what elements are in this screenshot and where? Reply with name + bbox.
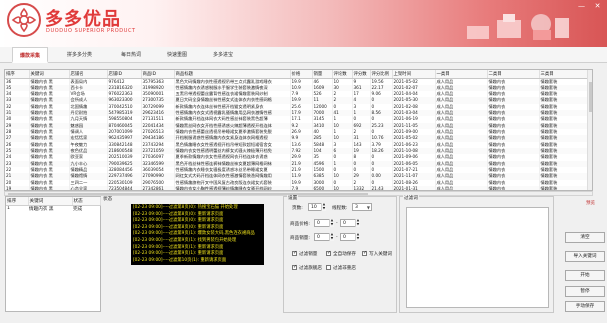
vertical-scrollbar[interactable] (587, 70, 592, 190)
pages-label: 页数: (292, 206, 303, 211)
column-header[interactable]: 价格 (290, 70, 313, 79)
status-label: 状态 (103, 197, 113, 202)
column-header[interactable]: 评论数 (332, 70, 353, 79)
filter-flagship-checkbox[interactable]: 过滤旗舰店 (292, 264, 322, 271)
header-illustration (467, 14, 569, 40)
sales-max-spinner-icon[interactable]: ▲ ▼ (355, 232, 360, 241)
status-log: [02-23 09:00]----过滤第8页(0): 热搜宝石猫 开始处理 [02… (131, 204, 264, 265)
column-header[interactable]: 销量 (312, 70, 333, 79)
pages-spinner-icon[interactable]: ▲ ▼ (321, 202, 326, 211)
keyword-table[interactable]: 排序 关键词 状态 1 情趣内衣 黑 完成 (5, 196, 101, 312)
table-cell: 情趣内衣 黑 (29, 206, 54, 212)
checkbox-icon (326, 265, 331, 270)
table-header-row: 排序 关键词 店铺名 店铺ID 商品ID 商品标题 价格 销量 评论数 评分数 评分比例 上架时间 一类… (5, 70, 591, 79)
tab-duoduo-jinbao[interactable]: 多多进宝 (206, 47, 240, 63)
checkbox-icon (292, 264, 297, 270)
tab-bar: 爆款采集 拼多多分类 每日热词 快速重图 多多进宝 (0, 47, 607, 63)
column-header[interactable]: 三类目 (539, 70, 591, 79)
price-label: 商品价格: (290, 222, 310, 227)
keyword-table-header: 排序 关键词 状态 (6, 197, 101, 206)
column-header[interactable]: 状态 (72, 197, 101, 206)
log-line: [02-23 09:00]----过滤第9页(1): 爆款女装大码,黑色连衣裙商… (133, 231, 255, 237)
product-table[interactable]: 排序 关键词 店铺名 店铺ID 商品ID 商品标题 价格 销量 评论数 评分数 评分比例 上架时间 一类… (4, 69, 593, 191)
log-line: [02-23 09:00]----过滤第9页(1): 找到男装包开始处理 (133, 237, 237, 243)
pause-button[interactable]: 暂停 (565, 286, 605, 297)
tab-daily-hotwords[interactable]: 每日热词 (114, 47, 148, 63)
filter-sales-checkbox[interactable]: 过滤销量 (292, 250, 317, 257)
start-button[interactable]: 开始 (565, 270, 605, 281)
threads-label: 线程数: (332, 206, 348, 211)
settings-group: 设置 页数: 10 ▲ ▼ 线程数: 3 ▼ 商品价格: 0 ▲ ▼ - 0 ▲ ▼ … (283, 195, 397, 313)
checkbox-icon (362, 250, 367, 256)
auto-save-checkbox[interactable]: 全自动保存 (326, 250, 356, 257)
price-min-spinner-icon[interactable]: ▲ ▼ (329, 218, 334, 227)
brand-logo-icon (7, 3, 41, 37)
filter-words-group: 过滤词 (399, 195, 554, 313)
log-line: [02-23 09:00]----过滤第9页(1): 重新请求页面 (133, 251, 224, 257)
price-max-spinner-icon[interactable]: ▲ ▼ (355, 218, 360, 227)
log-line: [02-23 09:00]----过滤第10页(1): 重新请求页面 (133, 257, 227, 263)
table-cell: 1 (7, 206, 10, 212)
brand-subtitle: DUODUO SUPERIOR PRODUCT (46, 28, 136, 34)
chevron-down-icon: ▼ (366, 205, 370, 210)
column-header[interactable]: 二类目 (487, 70, 540, 79)
status-section: 状态 [02-23 09:00]----过滤第8页(0): 热搜宝石猫 开始处理… (103, 196, 280, 313)
keyword-row[interactable]: 1 情趣内衣 黑 完成 (6, 205, 100, 212)
threads-select[interactable]: 3 ▼ (352, 203, 372, 211)
write-keyword-checkbox[interactable]: 写入关键词 (362, 250, 392, 257)
threads-value: 3 (355, 205, 358, 210)
log-line: [02-23 09:00]----过滤第8页(0): 重新请求页面 (133, 218, 224, 224)
tab-pdd-category[interactable]: 拼多多分类 (60, 47, 99, 63)
column-header[interactable]: 一类目 (435, 70, 488, 79)
column-header[interactable]: 评分比例 (370, 70, 393, 79)
manual-save-button[interactable]: 手动保存 (565, 301, 605, 312)
minimize-button[interactable]: — (577, 2, 586, 10)
column-header[interactable]: 关键词 (28, 197, 73, 206)
column-header[interactable]: 商品ID (141, 70, 175, 79)
sales-label: 商品销量: (290, 236, 310, 241)
tab-hot-collect[interactable]: 爆款采集 (12, 47, 49, 63)
checkbox-icon (326, 250, 331, 256)
filter-words-legend: 过滤词 (403, 195, 419, 201)
app-header: 多多优品 DUODUO SUPERIOR PRODUCT — ✕ (0, 0, 607, 47)
sales-min-spinner-icon[interactable]: ▲ ▼ (329, 232, 334, 241)
filter-words-input[interactable] (406, 207, 549, 308)
column-header[interactable]: 关键词 (29, 70, 70, 79)
column-header[interactable]: 排序 (6, 197, 29, 206)
clear-button[interactable]: 清空 (565, 232, 605, 243)
column-header[interactable]: 评分数 (352, 70, 371, 79)
column-header[interactable]: 店铺名 (69, 70, 108, 79)
filter-non-key-store-checkbox[interactable]: 过滤非重店 (326, 265, 356, 271)
column-header[interactable]: 店铺ID (107, 70, 142, 79)
log-line: [02-23 09:00]----过滤第8页(0): 热搜宝石猫 开始处理 (133, 205, 238, 210)
close-button[interactable]: ✕ (593, 2, 602, 10)
settings-legend: 设置 (287, 195, 299, 201)
column-header[interactable]: 上架时间 (392, 70, 436, 79)
table-cell: 完成 (73, 206, 83, 212)
tab-quick-image[interactable]: 快速重图 (160, 47, 194, 63)
preview-label[interactable]: 预览 (586, 200, 606, 208)
column-header[interactable]: 排序 (5, 70, 30, 79)
checkbox-icon (292, 250, 297, 256)
column-header[interactable]: 商品标题 (174, 70, 291, 79)
import-keywords-button[interactable]: 导入关键词 (565, 251, 605, 262)
